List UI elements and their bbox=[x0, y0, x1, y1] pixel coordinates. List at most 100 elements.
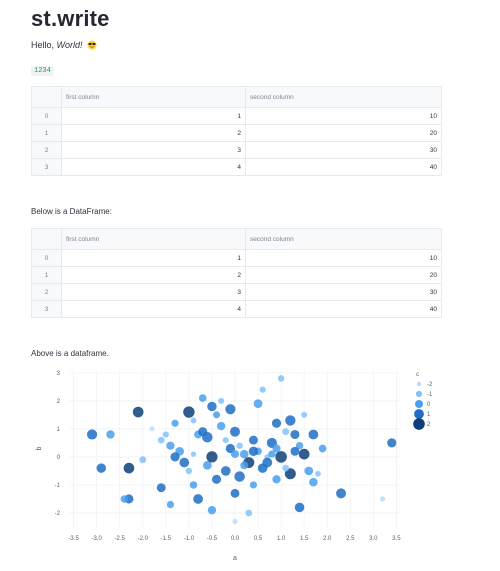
scatter-point[interactable] bbox=[277, 375, 285, 382]
scatter-point[interactable] bbox=[259, 386, 266, 393]
column-header[interactable]: second column bbox=[245, 86, 442, 108]
scatter-point[interactable] bbox=[156, 483, 166, 493]
scatter-point[interactable] bbox=[234, 471, 245, 482]
scatter-point[interactable] bbox=[336, 488, 347, 499]
scatter-point[interactable] bbox=[207, 505, 217, 515]
x-axis-label: a bbox=[233, 555, 237, 562]
dataframe-2[interactable]: first column second column 0 1 10 1 2 20… bbox=[31, 228, 442, 318]
scatter-point[interactable] bbox=[123, 462, 135, 474]
legend-title: c bbox=[416, 372, 419, 378]
scatter-point[interactable] bbox=[253, 399, 263, 409]
scatter-point[interactable] bbox=[268, 450, 276, 458]
scatter-point[interactable] bbox=[106, 430, 115, 439]
table-cell[interactable]: 40 bbox=[245, 158, 442, 176]
scatter-point[interactable] bbox=[132, 406, 144, 418]
table-cell[interactable]: 2 bbox=[61, 124, 246, 142]
scatter-point[interactable] bbox=[230, 426, 240, 437]
scatter-point[interactable] bbox=[179, 457, 190, 468]
scatter-point[interactable] bbox=[304, 466, 314, 476]
table-cell[interactable]: 4 bbox=[61, 300, 246, 318]
x-tick-label: 2.5 bbox=[346, 536, 355, 542]
table-cell[interactable]: 3 bbox=[61, 141, 246, 159]
scatter-point[interactable] bbox=[231, 450, 239, 459]
scatter-point[interactable] bbox=[185, 467, 193, 475]
scatter-point[interactable] bbox=[170, 452, 180, 462]
dataframe-1[interactable]: first column second column 0 1 10 1 2 20… bbox=[31, 86, 442, 176]
scatter-point[interactable] bbox=[309, 477, 318, 487]
table-cell[interactable]: 40 bbox=[245, 300, 442, 318]
scatter-point[interactable] bbox=[212, 474, 222, 484]
table-cell[interactable]: 1 bbox=[61, 107, 246, 125]
scatter-point[interactable] bbox=[271, 418, 282, 428]
scatter-point[interactable] bbox=[207, 401, 217, 412]
scatter-point[interactable] bbox=[189, 481, 198, 489]
table-cell[interactable]: 10 bbox=[245, 107, 442, 125]
column-header[interactable]: first column bbox=[61, 228, 246, 250]
scatter-point[interactable] bbox=[294, 502, 305, 513]
scatter-point[interactable] bbox=[216, 421, 226, 431]
scatter-point[interactable] bbox=[222, 437, 229, 444]
table-cell[interactable]: 3 bbox=[61, 283, 246, 301]
table-cell[interactable]: 30 bbox=[245, 141, 442, 159]
scatter-point[interactable] bbox=[262, 457, 273, 468]
scatter-point[interactable] bbox=[387, 438, 397, 448]
scatter-point[interactable] bbox=[190, 451, 197, 457]
scatter-point[interactable] bbox=[166, 500, 175, 509]
scatter-point[interactable] bbox=[301, 411, 308, 418]
table-cell[interactable]: 2 bbox=[61, 266, 246, 284]
scatter-point[interactable] bbox=[315, 470, 321, 477]
table-cell[interactable]: 4 bbox=[61, 158, 246, 176]
scatter-point[interactable] bbox=[236, 442, 243, 449]
scatter-point[interactable] bbox=[183, 406, 195, 418]
scatter-point[interactable] bbox=[298, 448, 310, 460]
scatter-point[interactable] bbox=[86, 429, 98, 440]
scatter-point[interactable] bbox=[272, 475, 281, 484]
column-header[interactable]: first column bbox=[61, 86, 246, 108]
scatter-point[interactable] bbox=[220, 466, 231, 476]
scatter-chart[interactable]: -3.5 -3.0 -2.5 -2.0 -1.5 -1.0 -0.5 0.0 0.5 1.0 1.5… bbox=[31, 362, 471, 567]
scatter-point[interactable] bbox=[282, 464, 290, 472]
scatter-point[interactable] bbox=[171, 419, 179, 427]
scatter-point[interactable] bbox=[157, 436, 165, 444]
scatter-point[interactable] bbox=[206, 451, 218, 463]
scatter-point[interactable] bbox=[120, 495, 129, 503]
scatter-point[interactable] bbox=[379, 496, 386, 502]
y-tick-label: 0 bbox=[57, 455, 61, 461]
scatter-point[interactable] bbox=[245, 509, 253, 517]
scatter-point[interactable] bbox=[139, 456, 147, 464]
scatter-point[interactable] bbox=[202, 432, 213, 443]
scatter-point[interactable] bbox=[193, 494, 204, 504]
scatter-point[interactable] bbox=[248, 446, 259, 457]
scatter-point[interactable] bbox=[249, 481, 257, 489]
scatter-point[interactable] bbox=[239, 449, 249, 459]
scatter-point[interactable] bbox=[282, 428, 290, 436]
table-cell[interactable]: 20 bbox=[245, 124, 442, 142]
scatter-point[interactable] bbox=[240, 461, 249, 470]
scatter-point[interactable] bbox=[198, 394, 207, 402]
scatter-point[interactable] bbox=[308, 429, 319, 440]
scatter-point[interactable] bbox=[213, 411, 221, 419]
scatter-point[interactable] bbox=[230, 488, 240, 498]
y-tick-label: -1 bbox=[55, 483, 61, 489]
column-header[interactable]: second column bbox=[245, 228, 442, 250]
scatter-point[interactable] bbox=[225, 404, 236, 415]
scatter-point[interactable] bbox=[290, 446, 300, 456]
scatter-point[interactable] bbox=[96, 463, 106, 473]
scatter-point[interactable] bbox=[162, 431, 169, 438]
scatter-point[interactable] bbox=[218, 397, 225, 404]
scatter-point[interactable] bbox=[248, 435, 258, 445]
row-index: 0 bbox=[31, 107, 62, 125]
row-index: 3 bbox=[31, 300, 62, 318]
table-cell[interactable]: 1 bbox=[61, 249, 246, 267]
scatter-point[interactable] bbox=[290, 429, 300, 440]
scatter-point[interactable] bbox=[285, 415, 296, 426]
scatter-point[interactable] bbox=[318, 444, 327, 453]
scatter-point[interactable] bbox=[190, 417, 197, 424]
scatter-point[interactable] bbox=[232, 518, 238, 524]
table-cell[interactable]: 10 bbox=[245, 249, 442, 267]
table-cell[interactable]: 20 bbox=[245, 266, 442, 284]
scatter-point[interactable] bbox=[149, 426, 155, 432]
table-cell[interactable]: 30 bbox=[245, 283, 442, 301]
scatter-point[interactable] bbox=[166, 441, 175, 450]
scatter-point[interactable] bbox=[275, 451, 287, 463]
